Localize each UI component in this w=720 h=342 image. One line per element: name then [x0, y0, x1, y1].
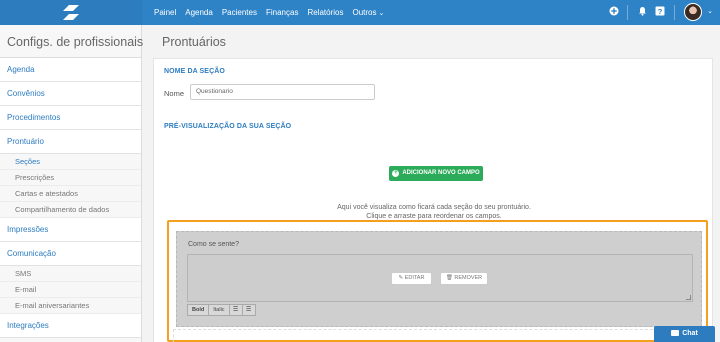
- sidebar-item-compartilhamento[interactable]: Compartilhamento de dados: [0, 202, 141, 218]
- page-title: Prontuários: [162, 35, 226, 49]
- sidebar-item-impressoes[interactable]: Impressões: [0, 218, 141, 242]
- preview-dropzone: Como se sente? ✎ EDITAR 🗑 REMOVER Bold I…: [167, 220, 708, 342]
- name-label: Nome: [164, 89, 185, 98]
- nav-divider: [627, 5, 628, 20]
- chevron-down-icon: ⌄: [378, 10, 385, 17]
- main-content: Prontuários NOME DA SEÇÃO Nome Questiona…: [143, 25, 720, 342]
- chevron-down-icon[interactable]: ⌄: [704, 6, 716, 18]
- top-navbar: Painel Agenda Pacientes Finanças Relatór…: [0, 0, 720, 25]
- nav-outros-label: Outros: [352, 8, 377, 17]
- numbered-list-icon[interactable]: ☰: [241, 304, 256, 316]
- add-field-button[interactable]: + ADICIONAR NOVO CAMPO: [389, 166, 483, 181]
- help-icon[interactable]: ?: [654, 6, 666, 18]
- text-format-toolbar: Bold Italic ☰ ☰: [187, 304, 256, 316]
- plus-circle-icon[interactable]: [608, 6, 620, 18]
- preview-hint: Aqui você visualiza como ficará cada seç…: [314, 203, 554, 221]
- nav-divider: [674, 5, 675, 20]
- nav-financas[interactable]: Finanças: [266, 8, 298, 17]
- nav-agenda[interactable]: Agenda: [185, 8, 213, 17]
- logo-icon: [63, 5, 79, 20]
- nav-relatorios[interactable]: Relatórios: [307, 8, 343, 17]
- preview-hint-line-1: Aqui você visualiza como ficará cada seç…: [337, 204, 531, 211]
- bulleted-list-icon[interactable]: ☰: [228, 304, 243, 316]
- sidebar-item-prescricoes[interactable]: Prescrições: [0, 170, 141, 186]
- pencil-icon: ✎: [398, 275, 404, 281]
- sidebar-item-integracoes[interactable]: Integrações: [0, 314, 141, 338]
- section-editor-card: NOME DA SEÇÃO Nome Questionario PRÉ-VISU…: [153, 58, 713, 342]
- sidebar-item-secoes[interactable]: Seções: [0, 154, 141, 170]
- nav-painel[interactable]: Painel: [154, 8, 176, 17]
- sidebar-item-procedimentos[interactable]: Procedimentos: [0, 106, 141, 130]
- trash-icon: 🗑: [445, 275, 453, 281]
- chat-label: Chat: [682, 330, 698, 337]
- next-section-placeholder: [173, 329, 703, 342]
- sidebar-title: Configs. de profissionais: [0, 25, 143, 58]
- sidebar-item-email-aniversariantes[interactable]: E-mail aniversariantes: [0, 298, 141, 314]
- resize-handle-icon[interactable]: [686, 295, 691, 300]
- sidebar-item-agenda[interactable]: Agenda: [0, 58, 141, 82]
- section-name-heading: NOME DA SEÇÃO: [164, 68, 225, 75]
- preview-field[interactable]: Como se sente? ✎ EDITAR 🗑 REMOVER Bold I…: [176, 231, 702, 327]
- section-name-input[interactable]: Questionario: [190, 84, 375, 100]
- remove-field-button[interactable]: 🗑 REMOVER: [440, 272, 488, 285]
- sidebar-item-prontuario[interactable]: Prontuário: [0, 130, 141, 154]
- main-nav: Painel Agenda Pacientes Finanças Relatór…: [154, 0, 393, 25]
- bold-button[interactable]: Bold: [187, 304, 210, 316]
- app-logo[interactable]: [0, 0, 142, 25]
- sidebar-item-comunicacao[interactable]: Comunicação: [0, 242, 141, 266]
- sidebar-item-cartas-atestados[interactable]: Cartas e atestados: [0, 186, 141, 202]
- sidebar-item-email[interactable]: E-mail: [0, 282, 141, 298]
- bell-icon[interactable]: [636, 6, 648, 18]
- settings-sidebar: Configs. de profissionais Agenda Convêni…: [0, 25, 143, 342]
- chat-icon: [671, 330, 680, 336]
- add-field-label: ADICIONAR NOVO CAMPO: [402, 170, 480, 176]
- edit-field-button[interactable]: ✎ EDITAR: [391, 272, 432, 285]
- edit-label: EDITAR: [404, 275, 425, 281]
- nav-pacientes[interactable]: Pacientes: [222, 8, 257, 17]
- italic-button[interactable]: Italic: [208, 304, 230, 316]
- field-question: Como se sente?: [188, 241, 239, 248]
- nav-outros[interactable]: Outros ⌄: [352, 8, 384, 17]
- remove-label: REMOVER: [454, 275, 483, 281]
- svg-text:?: ?: [658, 7, 663, 16]
- chat-button[interactable]: Chat: [654, 326, 715, 342]
- sidebar-item-sms[interactable]: SMS: [0, 266, 141, 282]
- sidebar-item-convenios[interactable]: Convênios: [0, 82, 141, 106]
- plus-icon: +: [392, 170, 400, 177]
- preview-heading: PRÉ-VISUALIZAÇÃO DA SUA SEÇÃO: [164, 123, 292, 130]
- avatar[interactable]: [684, 3, 702, 21]
